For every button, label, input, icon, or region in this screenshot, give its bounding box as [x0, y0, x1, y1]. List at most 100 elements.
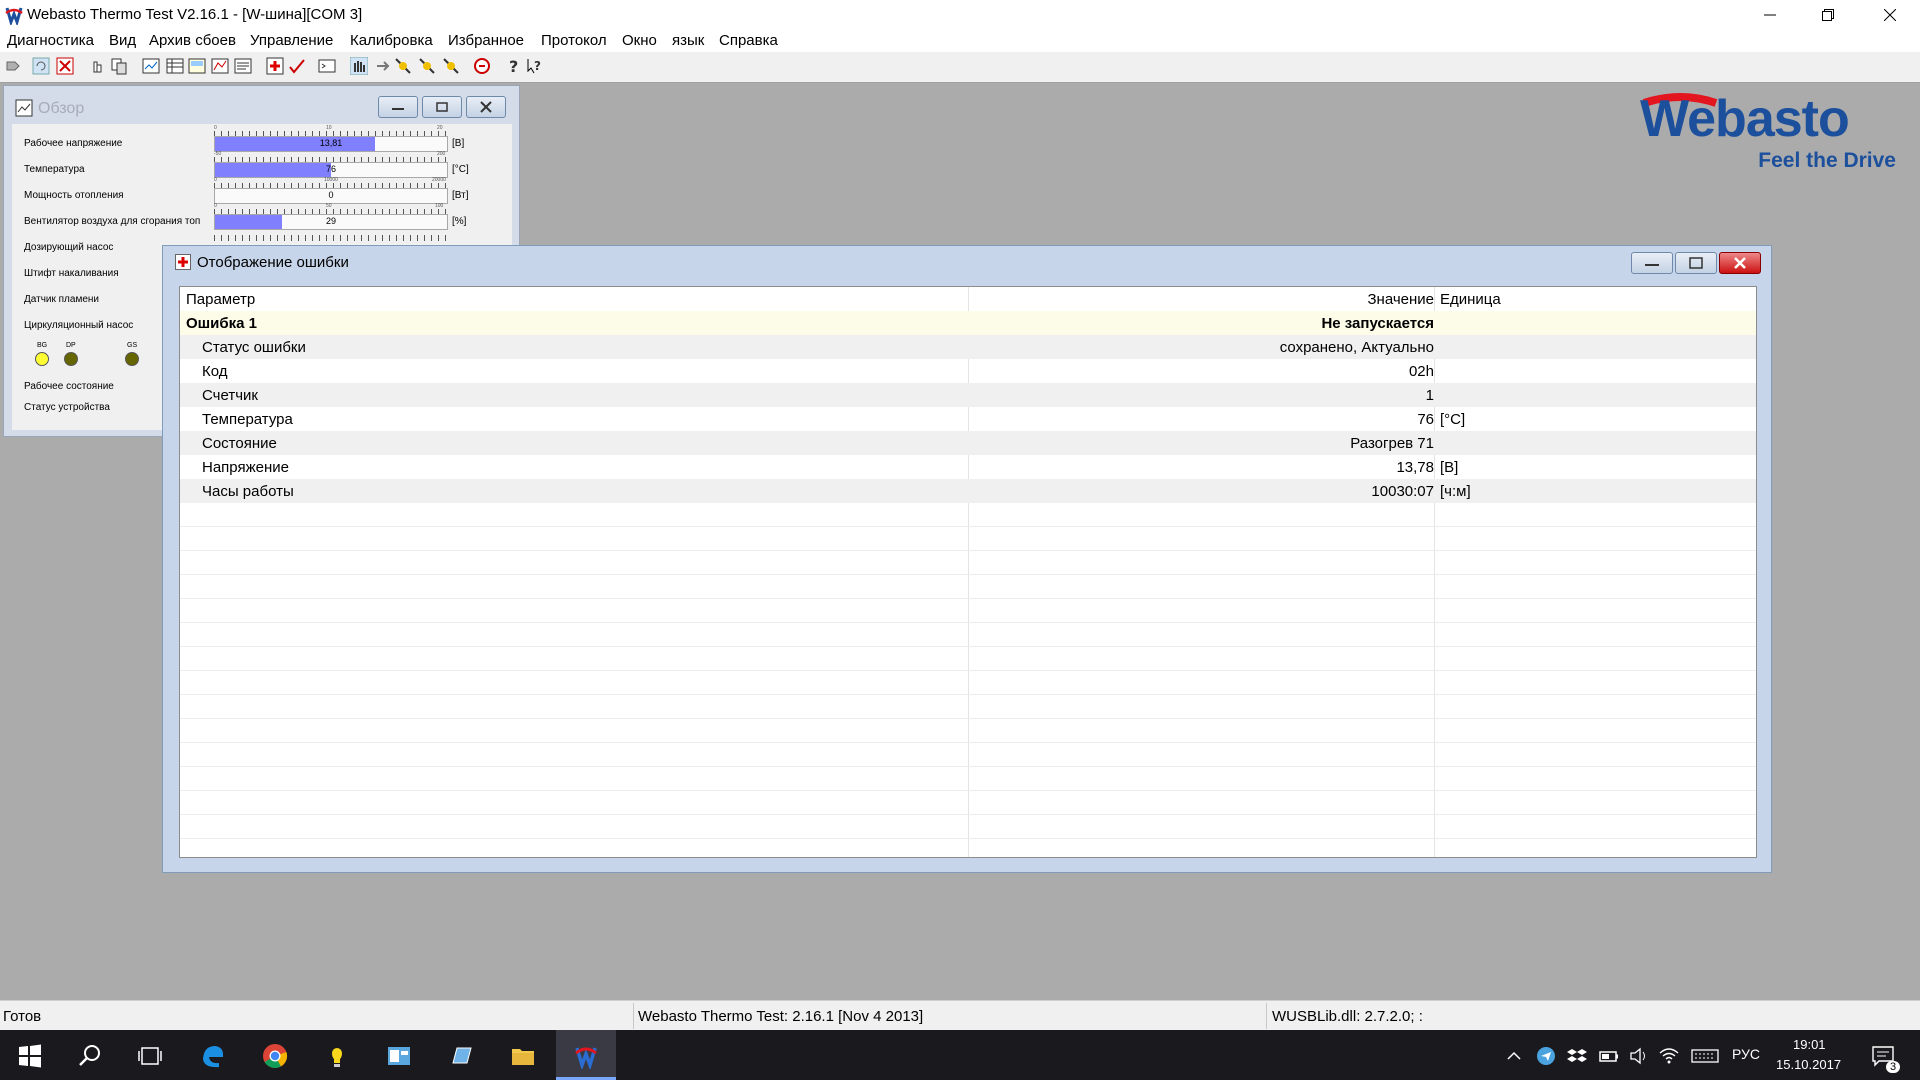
- overview-maximize-button[interactable]: [422, 96, 462, 118]
- webasto-taskbar-icon[interactable]: [573, 1043, 599, 1069]
- row-value: 10030:07: [1371, 483, 1434, 500]
- gauge-label-heating-power: Мощность отопления: [24, 190, 124, 201]
- row-value: 02h: [1408, 363, 1434, 380]
- row-param: Часы работы: [202, 483, 294, 500]
- minimize-button[interactable]: [1742, 0, 1798, 30]
- refresh-icon[interactable]: [32, 57, 50, 75]
- table-row[interactable]: Напряжение 13,78 [В]: [180, 455, 1756, 479]
- menu-control[interactable]: Управление: [250, 32, 333, 49]
- error-group-name: Ошибка 1: [186, 315, 258, 332]
- copy-icon[interactable]: [110, 57, 128, 75]
- windows-start-icon[interactable]: [17, 1043, 43, 1069]
- webasto-app-icon: [5, 7, 23, 25]
- row-param: Состояние: [202, 435, 277, 452]
- stop-icon[interactable]: [56, 57, 74, 75]
- keyboard-icon[interactable]: [1690, 1043, 1720, 1069]
- menu-language[interactable]: язык: [672, 32, 704, 49]
- column-header-value[interactable]: Значение: [1367, 291, 1434, 308]
- led-bg-indicator: [35, 352, 49, 366]
- help-icon[interactable]: ?: [505, 57, 523, 75]
- overview-minimize-button[interactable]: [378, 96, 418, 118]
- menu-bar: Диагностика Вид Архив сбоев Управление К…: [0, 30, 1920, 52]
- status-library: WUSBLib.dll: 2.7.2.0; :: [1272, 1008, 1423, 1025]
- context-help-icon[interactable]: ?: [526, 57, 544, 75]
- webasto-logo-text: Webasto: [1640, 90, 1850, 148]
- hand-pointer-icon[interactable]: [88, 57, 106, 75]
- gauge-label-temperature: Температура: [24, 164, 85, 175]
- arrow-right-icon[interactable]: [374, 57, 392, 75]
- table-row[interactable]: Часы работы 10030:07 [ч:м]: [180, 479, 1756, 503]
- minimize-icon: [392, 108, 404, 110]
- status-separator: [1266, 1003, 1267, 1029]
- row-param: Код: [202, 363, 228, 380]
- task-view-icon[interactable]: [137, 1043, 163, 1069]
- step-icon-1[interactable]: [394, 57, 412, 75]
- led-label: BG: [37, 342, 48, 349]
- clock-date[interactable]: 15.10.2017: [1776, 1057, 1841, 1072]
- overview-icon[interactable]: [142, 57, 160, 75]
- step-icon-3[interactable]: [442, 57, 460, 75]
- error-display-window[interactable]: Отображение ошибки Параметр Значение Еди…: [162, 245, 1772, 873]
- telegram-icon[interactable]: [1535, 1043, 1557, 1069]
- edge-browser-icon[interactable]: [200, 1043, 226, 1069]
- error-parameter-table[interactable]: Параметр Значение Единица Ошибка 1 Не за…: [179, 286, 1757, 858]
- column-header-unit[interactable]: Единица: [1440, 291, 1501, 308]
- error-minimize-button[interactable]: [1631, 252, 1673, 274]
- column-header-parameter[interactable]: Параметр: [186, 291, 255, 308]
- menu-view[interactable]: Вид: [109, 32, 136, 49]
- reset-icon[interactable]: [473, 57, 491, 75]
- gauge-ticks: [214, 235, 446, 241]
- error-close-button[interactable]: [1719, 252, 1761, 274]
- table-icon[interactable]: [166, 57, 184, 75]
- menu-calibration[interactable]: Калибровка: [350, 32, 433, 49]
- terminal-icon[interactable]: [318, 57, 336, 75]
- close-icon: [1884, 9, 1896, 21]
- checkmark-icon[interactable]: [288, 57, 306, 75]
- error-maximize-button[interactable]: [1675, 252, 1717, 274]
- connect-icon[interactable]: [4, 57, 22, 75]
- error-display-icon[interactable]: [266, 57, 284, 75]
- file-explorer-icon[interactable]: [510, 1043, 536, 1069]
- bulb-app-icon[interactable]: [324, 1043, 350, 1069]
- error-window-title: Отображение ошибки: [197, 254, 349, 271]
- wifi-icon[interactable]: [1658, 1043, 1680, 1069]
- table-row[interactable]: Состояние Разогрев 71: [180, 431, 1756, 455]
- close-button[interactable]: [1862, 0, 1918, 30]
- dropbox-icon[interactable]: [1566, 1043, 1588, 1069]
- step-icon-2[interactable]: [418, 57, 436, 75]
- input-language[interactable]: РУС: [1732, 1046, 1760, 1062]
- status-bar: Готов Webasto Thermo Test: 2.16.1 [Nov 4…: [0, 1000, 1920, 1031]
- list-icon[interactable]: [234, 57, 252, 75]
- label-operating-state: Рабочее состояние: [24, 381, 114, 392]
- menu-protocol[interactable]: Протокол: [541, 32, 607, 49]
- led-label: DP: [66, 342, 76, 349]
- table-row[interactable]: Счетчик 1: [180, 383, 1756, 407]
- menu-favorites[interactable]: Избранное: [448, 32, 524, 49]
- empty-table-rows: [180, 503, 1756, 857]
- notes-app-icon[interactable]: [448, 1043, 474, 1069]
- menu-diagnostics[interactable]: Диагностика: [7, 32, 94, 49]
- mdi-workspace: Webasto Feel the Drive Обзор Рабочее нап…: [0, 83, 1920, 999]
- menu-window[interactable]: Окно: [622, 32, 657, 49]
- row-value: 76: [1417, 411, 1434, 428]
- search-icon[interactable]: [77, 1043, 103, 1069]
- overview-close-button[interactable]: [466, 96, 506, 118]
- error-group-row[interactable]: Ошибка 1 Не запускается: [180, 311, 1756, 335]
- chart-icon[interactable]: [211, 57, 229, 75]
- svg-text:?: ?: [534, 59, 541, 73]
- table-row[interactable]: Код 02h: [180, 359, 1756, 383]
- table-row[interactable]: Температура 76 [°C]: [180, 407, 1756, 431]
- clock-time[interactable]: 19:01: [1793, 1037, 1826, 1052]
- monitor-icon[interactable]: [188, 57, 206, 75]
- chevron-up-icon[interactable]: [1505, 1043, 1523, 1069]
- outlook-icon[interactable]: [386, 1043, 412, 1069]
- menu-help[interactable]: Справка: [719, 32, 778, 49]
- volume-icon[interactable]: [1628, 1043, 1650, 1069]
- hand-icon[interactable]: [350, 57, 368, 75]
- table-row[interactable]: Статус ошибки сохранено, Актуально: [180, 335, 1756, 359]
- restore-button[interactable]: [1800, 0, 1856, 30]
- menu-error-archive[interactable]: Архив сбоев: [149, 32, 236, 49]
- battery-icon[interactable]: [1598, 1043, 1620, 1069]
- table-header: Параметр Значение Единица: [180, 287, 1756, 312]
- chrome-browser-icon[interactable]: [262, 1043, 288, 1069]
